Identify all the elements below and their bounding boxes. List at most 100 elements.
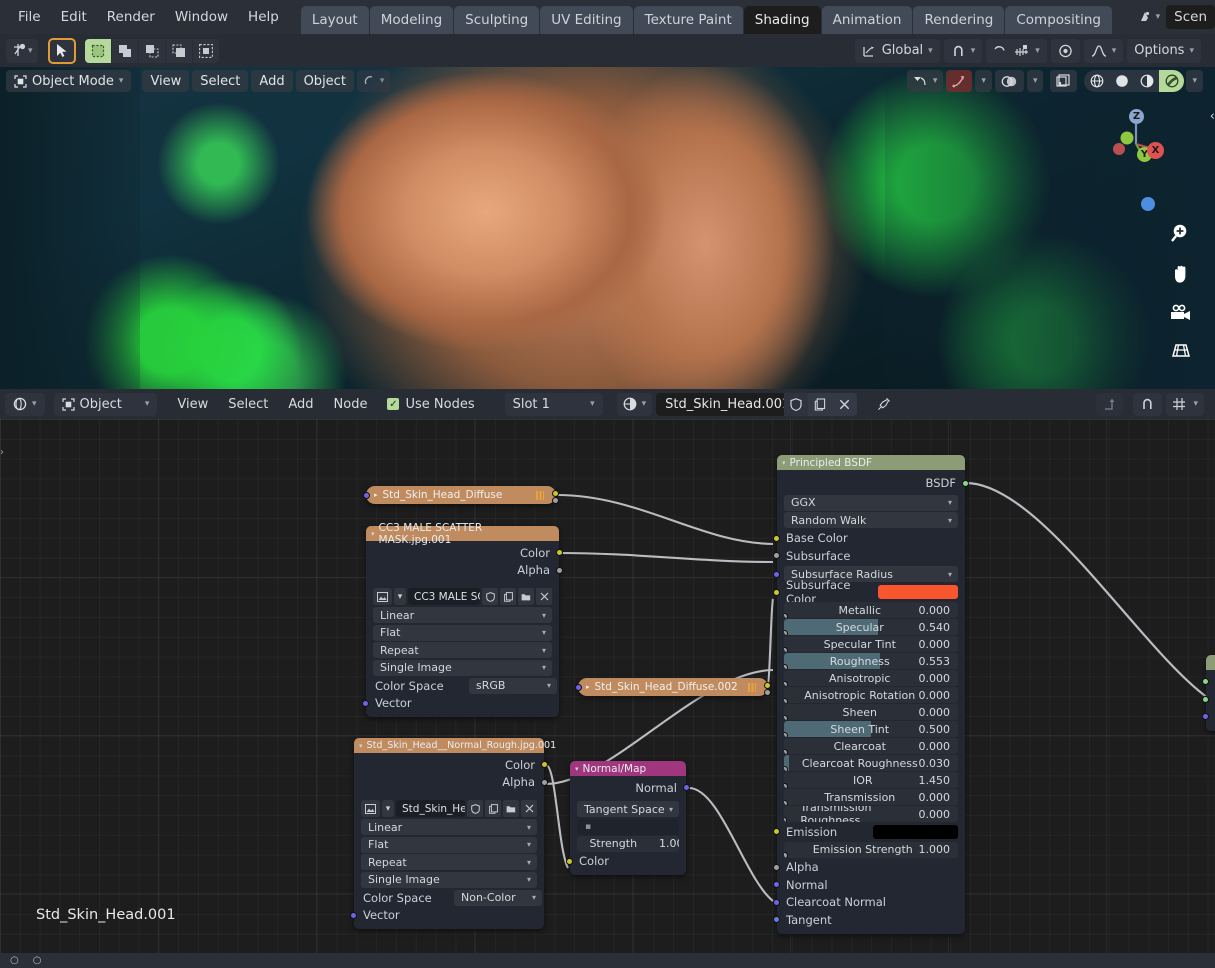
- cc3-extension-dropdown[interactable]: Repeat ▾: [373, 642, 552, 658]
- select-mode-intersect-button[interactable]: [192, 38, 219, 63]
- image-browse-icon[interactable]: [361, 800, 380, 817]
- normal-rough-extension-dropdown[interactable]: Repeat ▾: [361, 854, 537, 870]
- scene-name-field[interactable]: Scen: [1166, 5, 1215, 29]
- fake-user-button[interactable]: [784, 392, 809, 416]
- object-mode-dropdown[interactable]: Object Mode ▾: [6, 70, 132, 92]
- socket-normal-in[interactable]: [773, 881, 780, 889]
- socket-alpha-out[interactable]: [764, 688, 771, 696]
- transform-orientation-dropdown[interactable]: Global ▾: [854, 38, 940, 63]
- pin-button[interactable]: [869, 393, 899, 416]
- socket-color-out[interactable]: [556, 549, 563, 557]
- socket-vector-in[interactable]: [363, 491, 370, 499]
- node-snap-target-dropdown[interactable]: ▾: [1166, 392, 1204, 416]
- new-material-button[interactable]: [808, 392, 833, 416]
- normal-rough-source-dropdown[interactable]: Single Image ▾: [361, 871, 537, 888]
- principled-transmission-roughness-slider[interactable]: Transmission Roughness 0.000: [784, 806, 958, 822]
- socket-emission-in[interactable]: [773, 828, 780, 836]
- viewport-menu-object[interactable]: Object: [295, 70, 354, 92]
- sidebar-toggle-arrow-icon[interactable]: ‹: [1210, 109, 1215, 124]
- principled-input-clearcoat-normal[interactable]: Clearcoat Normal: [773, 894, 965, 912]
- principled-clearcoat-roughness-slider[interactable]: Clearcoat Roughness 0.030: [784, 755, 958, 771]
- socket-volume[interactable]: [1202, 695, 1209, 703]
- socket-color-out[interactable]: [552, 489, 559, 497]
- node-std-skin-head-diffuse[interactable]: ▸ Std_Skin_Head_Diffuse: [363, 486, 559, 504]
- principled-output-bsdf[interactable]: BSDF: [777, 473, 969, 493]
- select-mode-extend-button[interactable]: [111, 38, 138, 63]
- node-std-skin-head-diffuse-002[interactable]: ▸ Std_Skin_Head_Diffuse.002: [575, 678, 771, 696]
- principled-specular-tint-slider[interactable]: Specular Tint 0.000: [784, 636, 958, 652]
- socket-alpha-out[interactable]: [556, 566, 563, 574]
- normal-rough-colorspace-dropdown[interactable]: Non-Color ▾: [454, 889, 542, 906]
- socket-alpha-out[interactable]: [541, 778, 548, 786]
- snap-settings-button[interactable]: ▾: [986, 38, 1047, 63]
- xray-toggle[interactable]: [1050, 70, 1078, 92]
- tweak-select-tool-button[interactable]: [47, 37, 76, 64]
- socket-vector-in[interactable]: [575, 683, 582, 691]
- node-collapse-triangle-icon[interactable]: ▾: [359, 742, 363, 750]
- socket-roughness-in[interactable]: [784, 663, 788, 669]
- workspace-tab-compositing[interactable]: Compositing: [1005, 6, 1112, 34]
- gizmo-axis-z[interactable]: Z: [1129, 109, 1144, 124]
- workspace-tab-modeling[interactable]: Modeling: [369, 6, 454, 34]
- node-collapse-triangle-icon[interactable]: ▾: [575, 765, 579, 773]
- pivot-point-dropdown[interactable]: ▾: [356, 70, 391, 92]
- shader-menu-view[interactable]: View: [169, 393, 216, 416]
- principled-clearcoat-slider[interactable]: Clearcoat 0.000: [784, 738, 958, 754]
- socket-clearcoat-roughness-in[interactable]: [784, 765, 788, 771]
- node-principled-bsdf[interactable]: ▾ Principled BSDF BSDF GGX ▾ Random Walk…: [773, 455, 969, 934]
- viewport-menu-view[interactable]: View: [142, 70, 190, 92]
- use-nodes-checkbox[interactable]: ✓ Use Nodes: [379, 393, 482, 416]
- material-output-displacement-row[interactable]: [1202, 708, 1215, 726]
- socket-subsurface-in[interactable]: [773, 552, 780, 560]
- shader-menu-select[interactable]: Select: [220, 393, 276, 416]
- socket-subsurface-radius-in[interactable]: [773, 570, 780, 578]
- node-collapse-triangle-icon[interactable]: ▸: [586, 683, 590, 691]
- socket-normal-out[interactable]: [683, 784, 690, 792]
- overlays-gizmo-caret[interactable]: ▾: [975, 70, 992, 92]
- node-collapse-triangle-icon[interactable]: ▾: [782, 459, 786, 467]
- socket-subsurface-color-in[interactable]: [773, 588, 780, 596]
- normal-map-strength-slider[interactable]: Strength 1.000: [577, 835, 679, 852]
- principled-input-alpha[interactable]: Alpha: [773, 859, 965, 877]
- image-browse-caret-icon[interactable]: ▾: [382, 800, 394, 817]
- unlink-material-button[interactable]: [832, 392, 858, 416]
- cc3-image-name[interactable]: CC3 MALE SCATT...: [408, 588, 480, 605]
- normal-rough-vector-input[interactable]: Vector: [350, 907, 544, 925]
- select-mode-set-button[interactable]: [84, 38, 111, 63]
- workspace-tab-uv-editing[interactable]: UV Editing: [540, 6, 633, 34]
- principled-transmission-slider[interactable]: Transmission 0.000: [784, 789, 958, 805]
- overlays-gizmo-toggle[interactable]: [946, 70, 973, 92]
- principled-roughness-slider[interactable]: Roughness 0.553: [784, 653, 958, 669]
- workspace-tab-texture-paint[interactable]: Texture Paint: [633, 6, 743, 34]
- shading-solid-button[interactable]: [1109, 70, 1134, 92]
- unlink-image-icon[interactable]: [536, 588, 552, 605]
- socket-specular-tint-in[interactable]: [784, 646, 788, 652]
- fake-user-icon[interactable]: [467, 800, 483, 817]
- socket-vector-in[interactable]: [350, 911, 357, 919]
- socket-sheen-in[interactable]: [784, 714, 788, 720]
- go-to-parent-button[interactable]: [1096, 392, 1124, 416]
- normal-rough-projection-dropdown[interactable]: Flat ▾: [361, 836, 537, 853]
- node-normal-map-header[interactable]: ▾ Normal/Map: [570, 761, 686, 776]
- principled-input-tangent[interactable]: Tangent: [773, 911, 965, 929]
- grid-ortho-icon[interactable]: [1169, 341, 1193, 364]
- principled-anisotropic-slider[interactable]: Anisotropic 0.000: [784, 670, 958, 686]
- viewport-3d[interactable]: Object Mode ▾ View Select Add Object ▾ ▾…: [0, 67, 1215, 389]
- shader-menu-add[interactable]: Add: [280, 393, 321, 416]
- socket-emission-strength-in[interactable]: [784, 852, 788, 858]
- socket-displacement[interactable]: [1202, 713, 1209, 721]
- principled-sheen-tint-slider[interactable]: Sheen Tint 0.500: [784, 721, 958, 737]
- node-material-output[interactable]: [1202, 655, 1215, 731]
- viewport-menu-select[interactable]: Select: [192, 70, 249, 92]
- cc3-output-alpha[interactable]: Alpha: [366, 562, 563, 580]
- shader-menu-node[interactable]: Node: [326, 393, 376, 416]
- workspace-tab-sculpting[interactable]: Sculpting: [454, 6, 540, 34]
- socket-specular-in[interactable]: [784, 629, 788, 635]
- node-collapse-triangle-icon[interactable]: ▸: [374, 491, 378, 499]
- gizmo-axis-x[interactable]: X: [1147, 142, 1164, 159]
- socket-ior-in[interactable]: [784, 782, 788, 788]
- navigation-gizmo[interactable]: Z Y X: [1101, 109, 1171, 179]
- socket-transmission-in[interactable]: [784, 799, 788, 805]
- normal-rough-output-alpha[interactable]: Alpha: [354, 774, 548, 792]
- pan-hand-icon[interactable]: [1170, 263, 1192, 290]
